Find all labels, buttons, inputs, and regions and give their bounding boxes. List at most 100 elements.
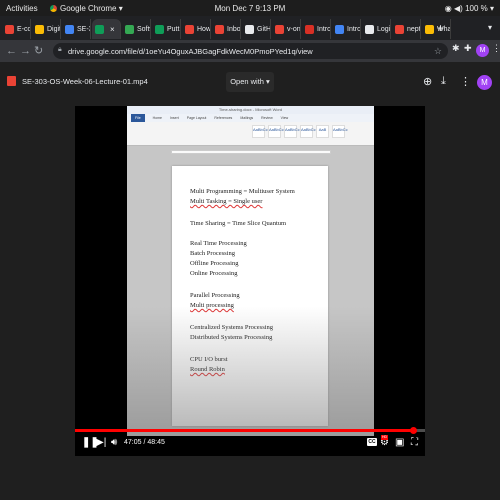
back-button[interactable]: ← <box>6 45 17 57</box>
fullscreen-icon[interactable]: ⛶ <box>411 438 418 448</box>
browser-tab[interactable]: × <box>92 19 121 39</box>
browser-tab[interactable]: GitH <box>242 19 271 39</box>
word-ribbon-tabs: File Home Insert Page Layout References Maili… <box>127 114 374 122</box>
drive-video-viewer: SE-303-OS-Week-06-Lecture-01.mp4 Open wi… <box>0 62 500 500</box>
word-style-swatch: AaBbCc <box>332 125 348 138</box>
os-top-bar: Activities Google Chrome ▾ Mon Dec 7 9:1… <box>0 0 500 16</box>
account-avatar[interactable]: M <box>477 75 492 90</box>
browser-tab[interactable]: What <box>422 19 451 39</box>
tab-label: How <box>197 25 211 33</box>
more-actions-icon[interactable]: ⋮ <box>460 75 471 88</box>
bookmark-star-icon[interactable]: ☆ <box>434 46 442 57</box>
word-style-swatch: AaBbCc <box>300 125 316 138</box>
reload-button[interactable]: ↻ <box>34 45 43 57</box>
tab-search-icon[interactable]: ▾ <box>488 23 492 32</box>
battery-level: 100 % <box>465 4 488 13</box>
word-ribbon-tab: References <box>214 116 233 120</box>
captions-button[interactable]: CC <box>367 438 377 446</box>
volume-icon: ◀) <box>454 4 463 13</box>
browser-tab[interactable]: Softw <box>122 19 151 39</box>
forward-button[interactable]: → <box>20 45 31 57</box>
word-style-swatch: AaB <box>316 125 329 138</box>
file-name: SE-303-OS-Week-06-Lecture-01.mp4 <box>22 76 148 86</box>
tab-favicon-icon <box>155 24 164 34</box>
player-controls: ❚❚ ▶| 🔊︎ 47:05 / 48:45 CC ⚙ HD ▣ ⛶ <box>75 427 425 456</box>
browser-tab[interactable]: Digit <box>32 19 61 39</box>
download-icon[interactable]: ⤓ <box>441 75 446 88</box>
tab-label: Login <box>377 25 391 33</box>
browser-tab[interactable]: E-con <box>2 19 31 39</box>
word-styles-gallery: AaBbCcDc AaBbCcDc AaBbCc AaBbCc AaB AaBbCc <box>252 125 348 138</box>
word-title-bar: Time-sharing.docx - Microsoft Word <box>127 106 374 114</box>
browser-tab[interactable]: SE-30 <box>62 19 91 39</box>
add-to-drive-icon[interactable]: ⊕ <box>423 75 432 88</box>
tab-label: nept <box>407 25 421 33</box>
tab-favicon-icon <box>245 24 254 34</box>
tab-label: What <box>437 25 450 33</box>
document-line: Real Time Processing <box>190 240 247 247</box>
word-style-swatch: AaBbCcDc <box>252 125 273 138</box>
profile-avatar[interactable]: M <box>476 44 489 57</box>
tab-favicon-icon <box>425 24 434 34</box>
tab-label: Intro <box>317 25 331 33</box>
wifi-icon: ◉ <box>444 4 452 13</box>
address-bar[interactable]: 🔒︎ drive.google.com/file/d/1oeYu4OguxAJB… <box>53 43 448 59</box>
browser-tab[interactable]: Putt <box>152 19 181 39</box>
word-ribbon-tab: Mailings <box>240 116 254 120</box>
file-header: SE-303-OS-Week-06-Lecture-01.mp4 <box>7 76 148 86</box>
word-ruler <box>171 150 331 154</box>
video-player[interactable]: Time-sharing.docx - Microsoft Word File H… <box>75 106 425 456</box>
system-tray[interactable]: ◉ ◀) 100 % ▾ <box>445 4 494 13</box>
document-line: Online Processing <box>190 270 238 277</box>
tab-favicon-icon <box>125 24 134 34</box>
tab-favicon-icon <box>215 24 224 34</box>
word-ribbon-tab: Page Layout <box>186 116 207 120</box>
browser-tab[interactable]: nept <box>392 19 421 39</box>
word-ribbon-tab: View <box>280 116 289 120</box>
progress-knob[interactable] <box>410 427 418 434</box>
tab-label: Intro <box>347 25 361 33</box>
toolbar: ← → ↻ 🔒︎ drive.google.com/file/d/1oeYu4O… <box>0 40 500 62</box>
word-style-swatch: AaBbCcDc <box>268 125 289 138</box>
clock[interactable]: Mon Dec 7 9:13 PM <box>0 4 500 13</box>
browser-tab[interactable]: v-onc <box>272 19 301 39</box>
browser-tab[interactable]: Login <box>362 19 391 39</box>
chrome-menu-icon[interactable]: ⋮ <box>492 43 500 54</box>
close-tab-icon[interactable]: × <box>110 25 115 34</box>
open-with-button[interactable]: Open with ▾ <box>226 72 274 92</box>
hd-badge: HD <box>381 435 388 440</box>
tab-label: Inbox <box>227 25 241 33</box>
tab-label: E-con <box>17 25 30 33</box>
tab-label: GitH <box>257 25 271 33</box>
word-ribbon-tab: File <box>131 114 145 122</box>
browser-tab[interactable]: How <box>182 19 211 39</box>
word-ribbon-tab: Home <box>152 116 162 120</box>
browser-tab[interactable]: Intro <box>302 19 331 39</box>
video-frame-word-document: Time-sharing.docx - Microsoft Word File H… <box>127 106 374 436</box>
next-icon[interactable]: ▶| <box>96 438 106 448</box>
video-shadow-overlay <box>127 306 374 436</box>
tab-label: Softw <box>137 25 150 33</box>
tab-label: Putt <box>167 25 180 33</box>
extension-puzzle-icon[interactable]: ✚ <box>464 43 472 54</box>
chevron-down-icon: ▾ <box>489 4 494 13</box>
miniplayer-icon[interactable]: ▣ <box>395 438 404 448</box>
tab-strip: + ▾ E-conDigitSE-30×SoftwPuttHowInboxGit… <box>0 16 500 40</box>
timecode: 47:05 / 48:45 <box>124 439 165 446</box>
document-line: Multi Programming = Multiuser System <box>190 188 295 195</box>
volume-icon[interactable]: 🔊︎ <box>111 438 117 448</box>
document-line: Multi Tasking = Single user <box>190 198 263 205</box>
browser-tab[interactable]: Intro <box>332 19 361 39</box>
extensions-icon[interactable]: ✱ <box>452 43 460 54</box>
tab-favicon-icon <box>35 24 44 34</box>
document-line: Time Sharing = Time Slice Quantum <box>190 220 287 227</box>
browser-tab[interactable]: Inbox <box>212 19 241 39</box>
tab-favicon-icon <box>5 24 14 34</box>
document-line: Parallel Processing <box>190 292 240 299</box>
tab-favicon-icon <box>65 24 74 34</box>
url-text: drive.google.com/file/d/1oeYu4OguxAJBGag… <box>68 47 313 56</box>
document-line: Batch Processing <box>190 250 235 257</box>
document-line: Offline Processing <box>190 260 239 267</box>
progress-bar[interactable] <box>75 427 425 434</box>
lock-icon[interactable]: 🔒︎ <box>58 46 62 54</box>
